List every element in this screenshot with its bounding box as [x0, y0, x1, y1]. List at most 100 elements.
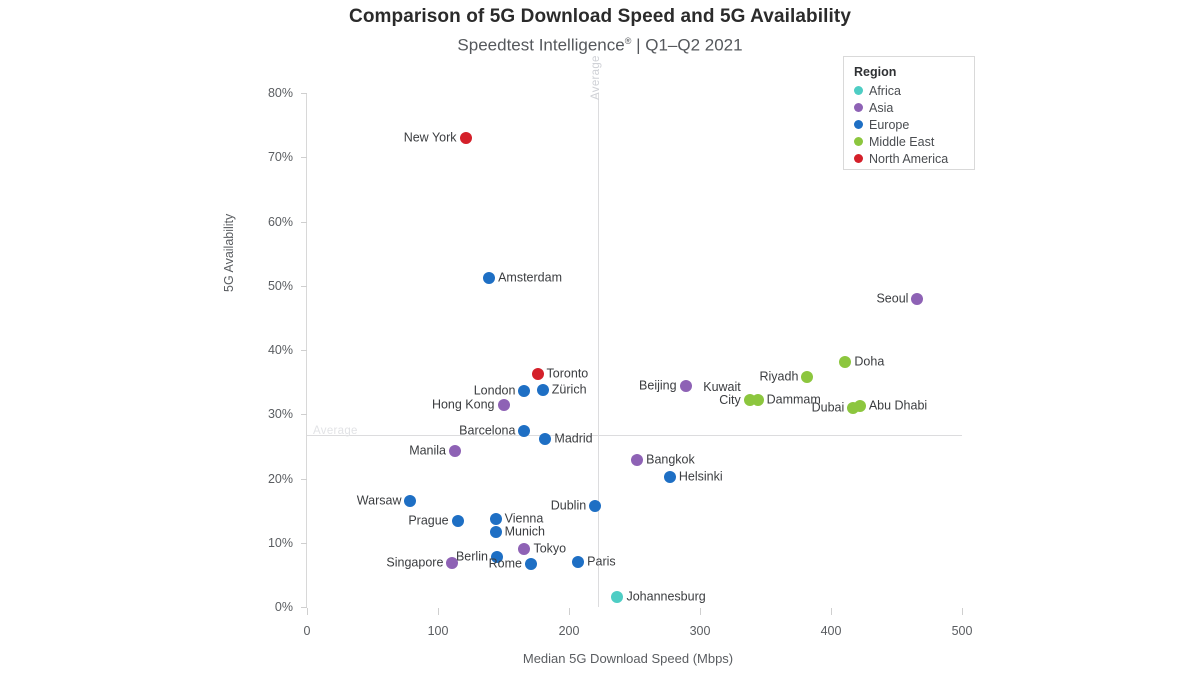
- x-tick-label: 300: [689, 624, 711, 638]
- data-point-label-prague: Prague: [408, 513, 449, 528]
- legend-item-north-america[interactable]: North America: [854, 150, 964, 167]
- data-point-label-riyadh: Riyadh: [759, 369, 799, 384]
- data-point-label-tokyo: Tokyo: [533, 541, 567, 556]
- data-point-label-hong-kong: Hong Kong: [431, 397, 495, 412]
- data-point-beijing[interactable]: [679, 379, 692, 392]
- data-point-singapore[interactable]: [446, 556, 459, 569]
- y-tick-label: 70%: [267, 150, 293, 165]
- y-axis-label: 5G Availability: [222, 213, 236, 292]
- y-tick-mark: [301, 286, 307, 287]
- y-tick-label: 80%: [267, 86, 293, 100]
- x-tick-label: 200: [558, 624, 580, 638]
- data-point-label-abu-dhabi: Abu Dhabi: [868, 398, 928, 413]
- data-point-label-paris: Paris: [587, 554, 616, 569]
- chart-subtitle-prefix: Speedtest Intelligence: [457, 35, 625, 55]
- y-tick-mark: [301, 157, 307, 158]
- x-tick-mark: [438, 608, 439, 615]
- legend-color-swatch: [854, 137, 863, 146]
- x-tick-label: 500: [951, 624, 973, 638]
- data-point-new-york[interactable]: [459, 131, 472, 144]
- data-point-label-amsterdam: Amsterdam: [498, 270, 562, 285]
- data-point-label-munich: Munich: [504, 524, 545, 539]
- data-point-label-dubai: Dubai: [811, 400, 845, 415]
- legend-item-label: Europe: [869, 117, 910, 132]
- chart-figure: Comparison of 5G Download Speed and 5G A…: [0, 0, 1200, 675]
- x-tick-mark: [569, 608, 570, 615]
- chart-subtitle: Speedtest Intelligence® | Q1–Q2 2021: [0, 29, 1200, 58]
- x-axis-label: Median 5G Download Speed (Mbps): [0, 651, 1200, 666]
- data-point-label-london: London: [473, 383, 516, 398]
- data-point-label-johannesburg: Johannesburg: [626, 589, 706, 604]
- legend-title: Region: [854, 65, 897, 79]
- x-tick-mark: [307, 608, 308, 615]
- data-point-label-kuwait-city: Kuwait City: [703, 380, 741, 408]
- data-point-dammam[interactable]: [751, 394, 764, 407]
- data-point-label-new-york: New York: [403, 130, 457, 145]
- data-point-label-singapore: Singapore: [386, 555, 444, 570]
- x-tick-mark: [962, 608, 963, 615]
- data-point-seoul[interactable]: [911, 292, 924, 305]
- chart-subtitle-suffix: | Q1–Q2 2021: [631, 35, 743, 55]
- data-point-zürich[interactable]: [536, 384, 549, 397]
- y-tick-label: 30%: [267, 407, 293, 422]
- average-availability-line: [307, 435, 962, 436]
- data-point-tokyo[interactable]: [518, 543, 531, 556]
- legend-rows: Africa Asia Europe Middle East North America: [854, 82, 964, 167]
- y-tick-mark: [301, 414, 307, 415]
- data-point-amsterdam[interactable]: [483, 272, 496, 285]
- y-tick-label: 10%: [267, 535, 293, 550]
- y-tick-label: 20%: [267, 471, 293, 486]
- data-point-helsinki[interactable]: [663, 471, 676, 484]
- data-point-riyadh[interactable]: [801, 370, 814, 383]
- data-point-toronto[interactable]: [531, 367, 544, 380]
- title-block: Comparison of 5G Download Speed and 5G A…: [0, 5, 1200, 58]
- x-tick-label: 100: [427, 624, 449, 638]
- legend-item-label: Africa: [869, 83, 901, 98]
- y-tick-mark: [301, 479, 307, 480]
- data-point-dublin[interactable]: [589, 500, 602, 513]
- data-point-paris[interactable]: [572, 556, 585, 569]
- x-axis-label-text: Median 5G Download Speed (Mbps): [522, 651, 734, 666]
- data-point-johannesburg[interactable]: [611, 590, 624, 603]
- data-point-munich[interactable]: [489, 525, 502, 538]
- data-point-label-barcelona: Barcelona: [459, 423, 516, 438]
- data-point-label-manila: Manila: [409, 443, 447, 458]
- data-point-label-bangkok: Bangkok: [646, 452, 695, 467]
- data-point-label-doha: Doha: [854, 354, 885, 369]
- legend-color-swatch: [854, 86, 863, 95]
- x-tick-mark: [700, 608, 701, 615]
- average-speed-line: [598, 93, 599, 607]
- data-point-doha[interactable]: [839, 356, 852, 369]
- data-point-hong-kong[interactable]: [497, 399, 510, 412]
- data-point-label-warsaw: Warsaw: [356, 493, 402, 508]
- average-availability-label: Average: [313, 425, 358, 437]
- data-point-bangkok[interactable]: [631, 453, 644, 466]
- data-point-manila[interactable]: [449, 444, 462, 457]
- legend: Region Africa Asia Europe Middle East North …: [843, 56, 975, 170]
- data-point-london[interactable]: [518, 385, 531, 398]
- legend-item-middle-east[interactable]: Middle East: [854, 133, 964, 150]
- data-point-label-toronto: Toronto: [546, 366, 589, 381]
- legend-item-africa[interactable]: Africa: [854, 82, 964, 99]
- y-tick-mark: [301, 222, 307, 223]
- legend-item-europe[interactable]: Europe: [854, 116, 964, 133]
- legend-item-label: North America: [869, 151, 949, 166]
- data-point-rome[interactable]: [525, 557, 537, 570]
- data-point-label-rome: Rome: [488, 556, 522, 571]
- legend-color-swatch: [854, 103, 863, 112]
- data-point-label-zürich: Zürich: [551, 382, 587, 397]
- data-point-label-dublin: Dublin: [550, 498, 587, 513]
- data-point-madrid[interactable]: [539, 433, 552, 446]
- data-point-vienna[interactable]: [489, 512, 502, 525]
- legend-item-label: Asia: [869, 100, 894, 115]
- y-tick-mark: [301, 93, 307, 94]
- x-tick-label: 0: [303, 624, 311, 638]
- data-point-warsaw[interactable]: [404, 494, 417, 507]
- y-tick-label: 40%: [267, 343, 293, 357]
- y-tick-label: 60%: [267, 214, 293, 229]
- data-point-prague[interactable]: [451, 514, 464, 527]
- data-point-dubai[interactable]: [847, 402, 860, 415]
- legend-item-asia[interactable]: Asia: [854, 99, 964, 116]
- data-point-label-seoul: Seoul: [876, 291, 909, 306]
- y-tick-mark: [301, 350, 307, 351]
